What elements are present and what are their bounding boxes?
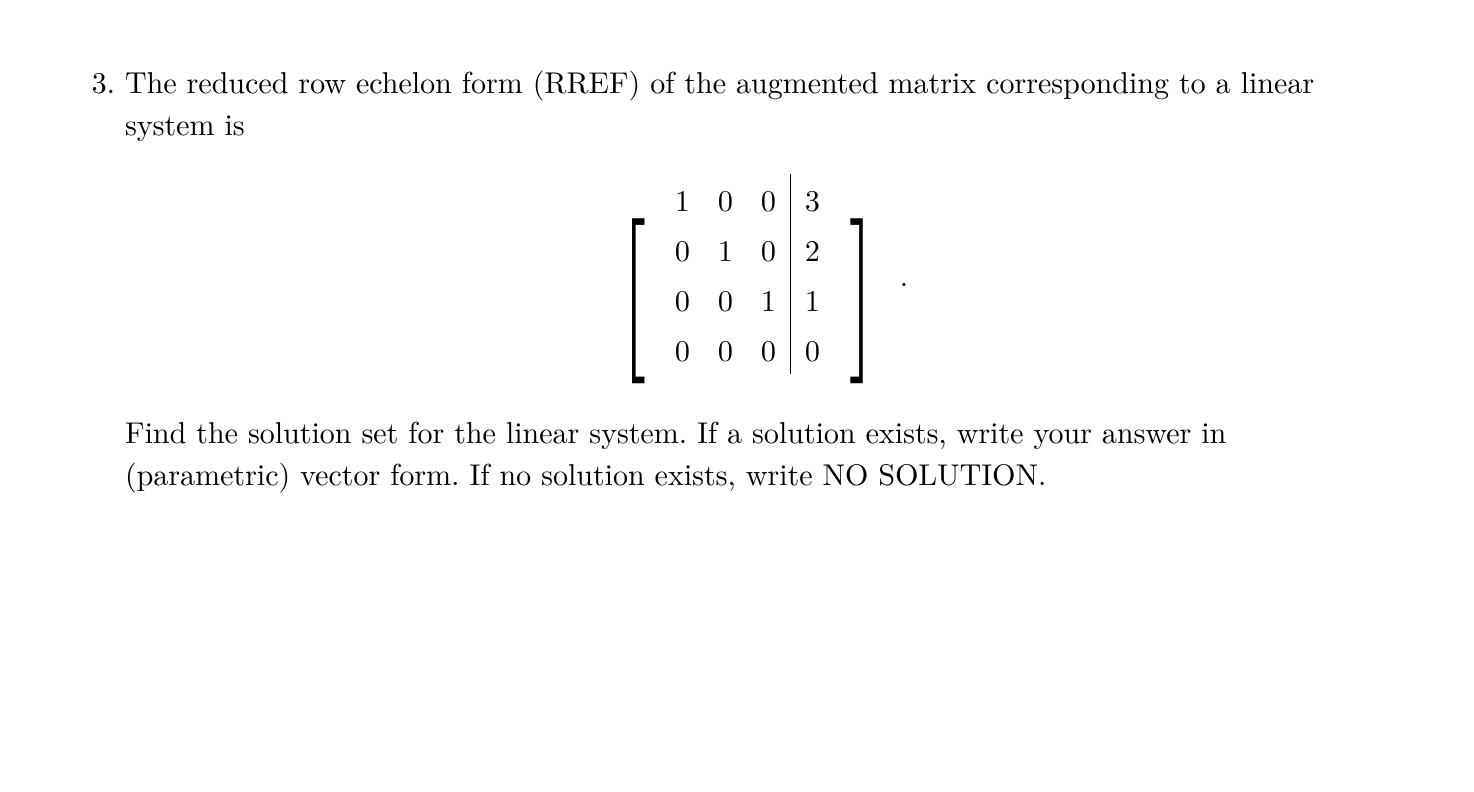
page-container: 3. The reduced row echelon form (RREF) o… <box>0 0 1474 572</box>
matrix-cell: 0 <box>704 174 747 224</box>
matrix-cell: 0 <box>661 324 704 374</box>
matrix-cell: 0 <box>747 224 791 274</box>
matrix-cell: 1 <box>704 224 747 274</box>
matrix-cell-aug: 0 <box>790 324 834 374</box>
problem-content: The reduced row echelon form (RREF) of t… <box>125 60 1394 512</box>
intro-text: The reduced row echelon form (RREF) of t… <box>125 60 1394 144</box>
matrix-cell-aug: 1 <box>790 274 834 324</box>
matrix-row: 0 0 1 1 <box>661 274 834 324</box>
problem-number: 3. <box>65 60 125 102</box>
matrix-cell: 1 <box>661 174 704 224</box>
matrix-display: [ 1 0 0 3 0 1 0 <box>125 166 1394 382</box>
matrix-cell: 1 <box>747 274 791 324</box>
instruction-text: Find the solution set for the linear sys… <box>125 410 1394 494</box>
matrix-period: . <box>900 253 908 295</box>
matrix-cell: 0 <box>747 324 791 374</box>
matrix-cell-aug: 3 <box>790 174 834 224</box>
matrix-cell: 0 <box>704 324 747 374</box>
augmented-matrix: 1 0 0 3 0 1 0 2 <box>657 166 838 382</box>
matrix-row: 0 0 0 0 <box>661 324 834 374</box>
matrix-wrap: [ 1 0 0 3 0 1 0 <box>611 166 884 382</box>
right-bracket-icon: ] <box>848 201 873 346</box>
matrix-cell: 0 <box>747 174 791 224</box>
left-bracket-icon: [ <box>621 201 646 346</box>
problem: 3. The reduced row echelon form (RREF) o… <box>65 60 1394 512</box>
matrix-cell: 0 <box>704 274 747 324</box>
matrix-cell: 0 <box>661 274 704 324</box>
matrix-cell: 0 <box>661 224 704 274</box>
matrix-row: 0 1 0 2 <box>661 224 834 274</box>
matrix-cell-aug: 2 <box>790 224 834 274</box>
matrix-row: 1 0 0 3 <box>661 174 834 224</box>
